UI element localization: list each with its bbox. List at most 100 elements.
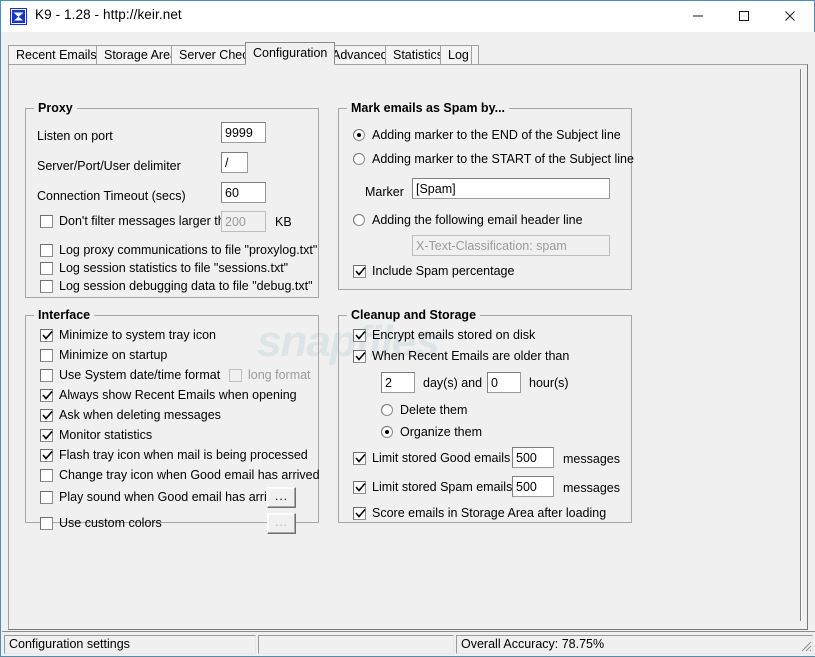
dont-filter-size-input[interactable] [221,211,266,232]
group-cleanup-storage: Cleanup and Storage Encrypt emails store… [338,308,632,523]
status-panel-right: Overall Accuracy: 78.75% [456,635,813,654]
check-icon [42,330,53,340]
radio-marker-start-label: Adding marker to the START of the Subjec… [372,152,634,166]
check-icon [42,410,53,420]
checkbox-box [40,262,53,275]
resize-grip-icon[interactable] [798,638,812,652]
radio-circle [353,214,365,226]
log-session-debugging-label: Log session debugging data to file "debu… [59,279,313,293]
listen-on-port-input[interactable] [221,122,266,143]
checkbox-box [40,369,53,382]
radio-marker-end-label: Adding marker to the END of the Subject … [372,128,621,142]
delimiter-label: Server/Port/User delimiter [37,159,181,173]
radio-email-header-label: Adding the following email header line [372,213,583,227]
group-interface: Interface Minimize to system tray icon M… [25,308,320,534]
check-icon [355,482,366,492]
checkbox-box [40,215,53,228]
use-system-datetime-label: Use System date/time format [59,368,221,382]
checkbox-box [40,429,53,442]
minimize-on-startup-label: Minimize on startup [59,348,168,362]
k9-app-icon [10,8,27,25]
tab-recent-emails[interactable]: Recent Emails [8,45,105,64]
group-proxy: Proxy Listen on port Server/Port/User de… [25,101,319,298]
title-bar: K9 - 1.28 - http://keir.net [1,1,814,33]
close-button[interactable] [767,1,813,31]
radio-circle [353,153,365,165]
page-edge-highlight [801,69,802,621]
check-icon [355,330,366,340]
dont-filter-unit-label: KB [275,215,292,229]
group-interface-title: Interface [34,308,95,322]
limit-spam-emails-label: Limit stored Spam emails to [372,480,527,494]
older-than-label: When Recent Emails are older than [372,349,570,363]
tab-filler [471,45,479,64]
connection-timeout-label: Connection Timeout (secs) [37,189,186,203]
limit-spam-emails-unit: messages [563,481,620,495]
checkbox-box [353,265,366,278]
connection-timeout-input[interactable] [221,182,266,203]
check-icon [355,508,366,518]
marker-input[interactable] [412,178,610,199]
limit-good-emails-unit: messages [563,452,620,466]
checkbox-box [40,244,53,257]
log-session-statistics-label: Log session statistics to file "sessions… [59,261,289,275]
checkbox-box [353,452,366,465]
minimize-button[interactable] [675,1,721,31]
tab-configuration[interactable]: Configuration [245,42,336,65]
check-icon [42,390,53,400]
listen-on-port-label: Listen on port [37,129,113,143]
check-icon [42,430,53,440]
radio-delete-them-label: Delete them [400,403,468,417]
check-icon [355,453,366,463]
checkbox-box [40,469,53,482]
group-mark-as-spam: Mark emails as Spam by... Adding marker … [338,101,634,290]
long-format-label: long format [248,368,311,382]
dont-filter-larger-label: Don't filter messages larger than [59,214,239,228]
radio-dot [385,430,389,434]
checkbox-box [353,481,366,494]
status-bar-divider [2,631,815,632]
checkbox-box [40,349,53,362]
use-custom-colors-label: Use custom colors [59,516,162,530]
client-area: Recent Emails Storage Area Server Check … [2,32,815,656]
checkbox-box [353,507,366,520]
email-header-input[interactable] [412,235,610,256]
play-sound-label: Play sound when Good email has arrived [59,490,287,504]
page-edge-shadow [800,69,801,621]
play-sound-browse-button[interactable]: ... [267,487,296,508]
checkbox-box [40,449,53,462]
ask-when-deleting-label: Ask when deleting messages [59,408,221,422]
checkbox-box [40,389,53,402]
radio-circle [353,129,365,141]
marker-label: Marker [365,185,404,199]
status-panel-left: Configuration settings [4,635,256,654]
window-title: K9 - 1.28 - http://keir.net [35,7,182,22]
monitor-statistics-label: Monitor statistics [59,428,153,442]
checkbox-box [40,280,53,293]
hours-input[interactable] [487,372,521,393]
maximize-button[interactable] [721,1,767,31]
group-mark-as-spam-title: Mark emails as Spam by... [347,101,510,115]
limit-spam-emails-input[interactable] [512,476,554,497]
encrypt-emails-label: Encrypt emails stored on disk [372,328,536,342]
checkbox-box [40,491,53,504]
group-cleanup-storage-title: Cleanup and Storage [347,308,481,322]
delimiter-input[interactable] [221,152,248,173]
checkbox-box [40,409,53,422]
checkbox-box [40,517,53,530]
check-icon [355,266,366,276]
application-window: K9 - 1.28 - http://keir.net Recent Email… [0,0,815,657]
group-proxy-title: Proxy [34,101,77,115]
hours-unit-label: hour(s) [529,376,569,390]
radio-circle [381,404,393,416]
check-icon [355,351,366,361]
checkbox-box [353,329,366,342]
days-input[interactable] [381,372,415,393]
status-panel-middle [258,635,454,654]
custom-colors-browse-button: ... [267,513,296,534]
include-spam-percentage-label: Include Spam percentage [372,264,515,278]
limit-good-emails-input[interactable] [512,447,554,468]
radio-organize-them-label: Organize them [400,425,482,439]
limit-good-emails-label: Limit stored Good emails to [372,451,525,465]
checkbox-box [353,350,366,363]
